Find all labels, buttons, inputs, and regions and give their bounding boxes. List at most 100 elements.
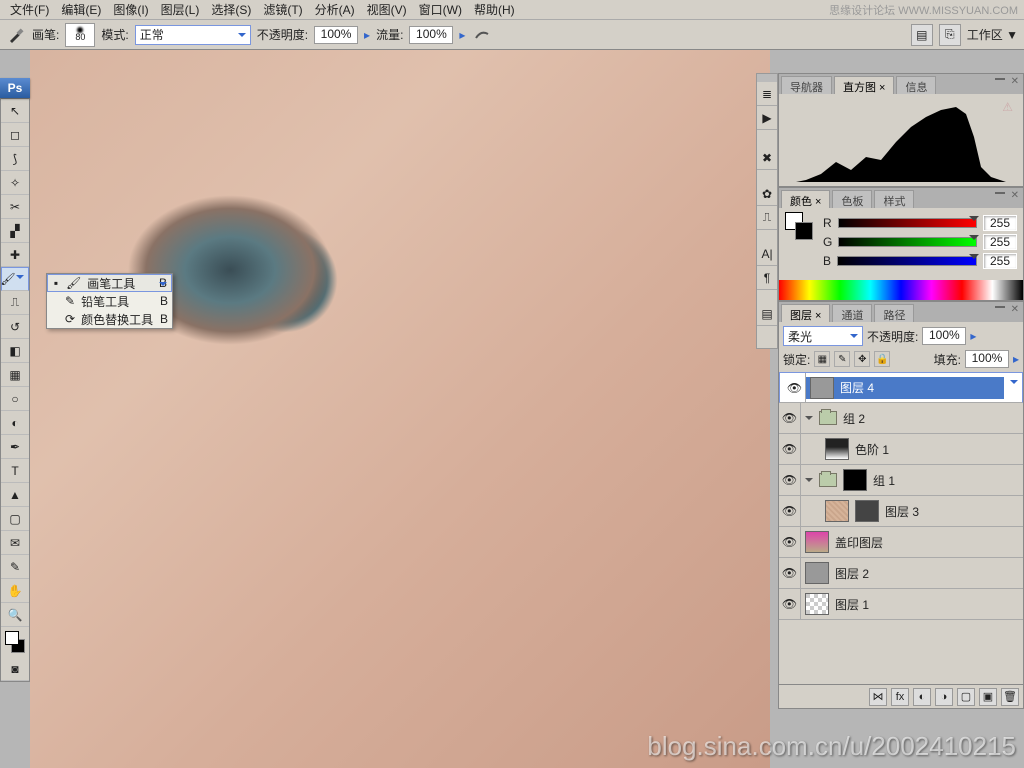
visibility-icon[interactable]: 👁 xyxy=(779,527,801,557)
shape-tool-icon[interactable]: ▢ xyxy=(1,507,29,531)
g-input[interactable]: 255 xyxy=(983,234,1017,250)
menu-layer[interactable]: 图层(L) xyxy=(155,0,206,20)
layer-row[interactable]: 👁 图层 3 xyxy=(779,496,1023,527)
tab-histogram[interactable]: 直方图 × xyxy=(834,76,894,94)
color-swatch-pair[interactable] xyxy=(785,212,817,242)
new-layer-icon[interactable]: ▣ xyxy=(979,688,997,706)
spectrum-bar[interactable] xyxy=(779,280,1023,300)
brush-preset[interactable]: 80 xyxy=(65,23,95,47)
dock-para-icon[interactable]: ¶ xyxy=(757,266,777,290)
layer-row[interactable]: 👁 图层 1 xyxy=(779,589,1023,620)
dock-history-icon[interactable]: ≣ xyxy=(757,82,777,106)
type-tool-icon[interactable]: T xyxy=(1,459,29,483)
adj-layer-icon[interactable]: ◑ xyxy=(935,688,953,706)
tab-info[interactable]: 信息 xyxy=(896,76,936,94)
tab-color[interactable]: 颜色 × xyxy=(781,190,830,208)
r-input[interactable]: 255 xyxy=(983,215,1017,231)
hand-tool-icon[interactable]: ✋ xyxy=(1,579,29,603)
menu-analysis[interactable]: 分析(A) xyxy=(309,0,361,20)
panel-close-icon[interactable]: ✕ xyxy=(1011,76,1019,87)
brush-tool-icon[interactable] xyxy=(6,25,26,45)
marquee-tool-icon[interactable]: ◻ xyxy=(1,123,29,147)
path-select-icon[interactable]: ▲ xyxy=(1,483,29,507)
group-icon[interactable]: ▢ xyxy=(957,688,975,706)
workspace-select[interactable]: 工作区 ▼ xyxy=(967,26,1018,43)
mask-thumb[interactable] xyxy=(843,469,867,491)
brush-tool-icon[interactable]: 🖌 xyxy=(1,267,29,291)
panel-minimize-icon[interactable] xyxy=(995,306,1005,308)
menu-help[interactable]: 帮助(H) xyxy=(468,0,521,20)
opacity-arrow-icon[interactable]: ▸ xyxy=(364,28,370,42)
menu-edit[interactable]: 编辑(E) xyxy=(55,0,107,20)
gradient-tool-icon[interactable]: ▦ xyxy=(1,363,29,387)
color-swatches[interactable] xyxy=(1,627,29,657)
arrow-icon[interactable]: ▸ xyxy=(1013,352,1019,366)
trash-icon[interactable]: 🗑 xyxy=(1001,688,1019,706)
doc-icon[interactable]: ▤ xyxy=(911,24,933,46)
tab-paths[interactable]: 路径 xyxy=(874,304,914,322)
tab-styles[interactable]: 样式 xyxy=(874,190,914,208)
layer-blend-select[interactable]: 柔光 xyxy=(783,326,863,346)
history-brush-icon[interactable]: ↺ xyxy=(1,315,29,339)
flow-arrow-icon[interactable]: ▸ xyxy=(459,28,465,42)
mask-icon[interactable]: ◐ xyxy=(913,688,931,706)
layer-row[interactable]: 👁 图层 4 xyxy=(779,372,1023,403)
panel-close-icon[interactable]: ✕ xyxy=(1011,304,1019,315)
zoom-tool-icon[interactable]: 🔍 xyxy=(1,603,29,627)
flow-input[interactable]: 100% xyxy=(409,26,453,44)
slice-tool-icon[interactable]: ▞ xyxy=(1,219,29,243)
notes-tool-icon[interactable]: ✉ xyxy=(1,531,29,555)
pen-tool-icon[interactable]: ✒ xyxy=(1,435,29,459)
layer-opacity-input[interactable]: 100% xyxy=(922,327,966,345)
layer-group-row[interactable]: 👁 组 2 xyxy=(779,403,1023,434)
layer-row[interactable]: 👁 色阶 1 xyxy=(779,434,1023,465)
arrow-icon[interactable]: ▸ xyxy=(970,329,976,343)
eyedropper-icon[interactable]: ✎ xyxy=(1,555,29,579)
layer-row[interactable]: 👁 盖印图层 xyxy=(779,527,1023,558)
tab-swatches[interactable]: 色板 xyxy=(832,190,872,208)
visibility-icon[interactable]: 👁 xyxy=(779,434,801,464)
dock-tool-presets-icon[interactable]: ✖ xyxy=(757,146,777,170)
blend-mode-select[interactable]: 正常 xyxy=(135,25,251,45)
canvas-image[interactable] xyxy=(30,50,770,768)
heal-tool-icon[interactable]: ✚ xyxy=(1,243,29,267)
stamp-tool-icon[interactable]: ⎍ xyxy=(1,291,29,315)
bridge-icon[interactable]: ⎘ xyxy=(939,24,961,46)
flyout-brush[interactable]: ▪ 🖌 画笔工具 B xyxy=(47,274,172,292)
g-slider[interactable] xyxy=(838,237,977,247)
panel-close-icon[interactable]: ✕ xyxy=(1011,190,1019,201)
disclosure-icon[interactable] xyxy=(805,416,813,424)
eraser-tool-icon[interactable]: ◧ xyxy=(1,339,29,363)
lock-all-icon[interactable]: 🔒 xyxy=(874,351,890,367)
quickmask-icon[interactable]: ◙ xyxy=(1,657,29,681)
menu-view[interactable]: 视图(V) xyxy=(361,0,413,20)
layer-row[interactable]: 👁 图层 2 xyxy=(779,558,1023,589)
panel-minimize-icon[interactable] xyxy=(995,78,1005,80)
dock-layercomp-icon[interactable]: ▤ xyxy=(757,302,777,326)
menu-window[interactable]: 窗口(W) xyxy=(413,0,468,20)
visibility-icon[interactable]: 👁 xyxy=(779,589,801,619)
flyout-pencil[interactable]: ✎ 铅笔工具 B xyxy=(47,292,172,310)
menu-filter[interactable]: 滤镜(T) xyxy=(257,0,308,20)
menu-image[interactable]: 图像(I) xyxy=(107,0,154,20)
opacity-input[interactable]: 100% xyxy=(314,26,358,44)
panel-minimize-icon[interactable] xyxy=(995,192,1005,194)
r-slider[interactable] xyxy=(838,218,977,228)
wand-tool-icon[interactable]: ✧ xyxy=(1,171,29,195)
fx-icon[interactable]: fx xyxy=(891,688,909,706)
visibility-icon[interactable]: 👁 xyxy=(779,465,801,495)
tab-navigator[interactable]: 导航器 xyxy=(781,76,832,94)
menu-select[interactable]: 选择(S) xyxy=(205,0,257,20)
dock-char-icon[interactable]: A| xyxy=(757,242,777,266)
lasso-tool-icon[interactable]: ⟆ xyxy=(1,147,29,171)
lock-trans-icon[interactable]: ▦ xyxy=(814,351,830,367)
move-tool-icon[interactable]: ↖ xyxy=(1,99,29,123)
lock-pos-icon[interactable]: ✥ xyxy=(854,351,870,367)
visibility-icon[interactable]: 👁 xyxy=(779,558,801,588)
tab-layers[interactable]: 图层 × xyxy=(781,304,830,322)
dock-brushes-icon[interactable]: ✿ xyxy=(757,182,777,206)
visibility-icon[interactable]: 👁 xyxy=(779,496,801,526)
b-slider[interactable] xyxy=(837,256,977,266)
link-layers-icon[interactable]: ⋈ xyxy=(869,688,887,706)
dock-actions-icon[interactable]: ▶ xyxy=(757,106,777,130)
